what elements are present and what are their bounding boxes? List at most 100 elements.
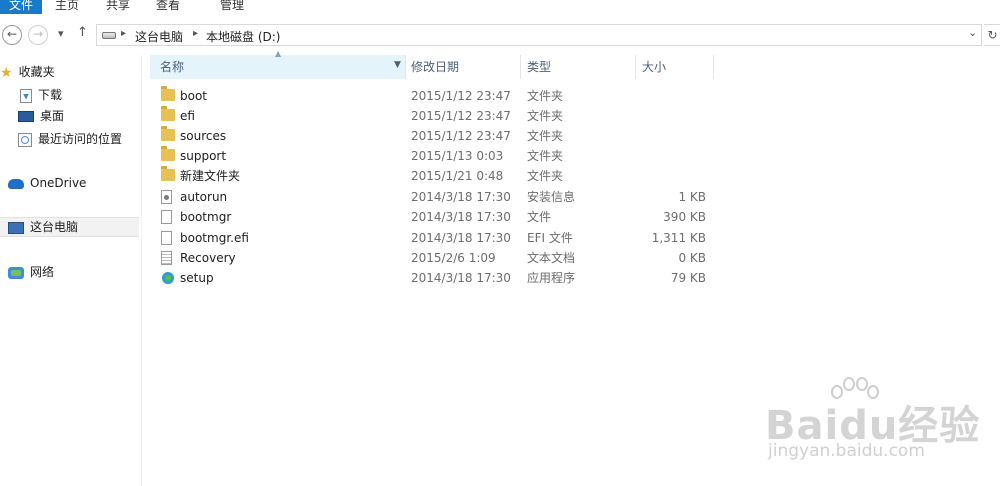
cloud-icon [8,178,24,189]
nav-item-label: 网络 [30,265,55,279]
nav-item-label: 最近访问的位置 [38,132,123,146]
desktop-icon [18,111,34,122]
file-name: bootmgr.efi [180,231,249,245]
file-size: 390 KB [663,210,706,224]
file-type: 文件夹 [527,169,564,183]
file-row[interactable]: support 2015/1/13 0:03 文件夹 [150,146,710,166]
nav-item-network[interactable]: 网络 [8,263,54,283]
column-divider[interactable] [405,55,406,79]
file-size: 0 KB [678,251,706,265]
navigation-pane: ★ 收藏夹 下载 桌面 最近访问的位置 OneDrive 这台电脑 网络 [0,55,142,486]
file-type: 安装信息 [527,190,576,204]
file-row[interactable]: sources 2015/1/12 23:47 文件夹 [150,126,710,146]
file-row[interactable]: 新建文件夹 2015/1/21 0:48 文件夹 [150,166,710,186]
column-header-modified[interactable]: 修改日期 [411,55,459,79]
back-button[interactable]: ← [2,25,22,45]
watermark-url: jingyan.baidu.com [768,441,925,461]
column-divider[interactable] [713,55,714,79]
nav-item-onedrive[interactable]: OneDrive [8,174,86,194]
file-row[interactable]: Recovery 2015/2/6 1:09 文本文档 0 KB [150,248,710,268]
tab-file[interactable]: 文件 [0,0,42,14]
star-icon: ★ [0,64,13,81]
file-name: Recovery [180,251,236,265]
network-icon [8,266,24,279]
column-filter-dropdown-icon[interactable]: ▼ [394,60,401,70]
file-type: 文件夹 [527,129,564,143]
address-dropdown-icon[interactable]: ⌄ [968,26,977,39]
forward-button[interactable]: → [28,25,48,45]
column-header-name[interactable]: 名称 [160,55,184,79]
folder-icon [161,86,175,101]
folder-icon [161,166,175,181]
file-size: 79 KB [670,271,706,285]
recent-places-icon [18,132,32,147]
column-header-size[interactable]: 大小 [642,55,666,79]
text-file-icon [161,251,172,265]
up-button[interactable]: ↑ [77,25,88,40]
baidu-watermark: Baidu经验 jingyan.baidu.com [760,375,979,470]
file-date: 2015/1/12 23:47 [411,89,511,103]
refresh-button[interactable]: ↻ [984,24,1000,46]
file-row[interactable]: bootmgr.efi 2014/3/18 17:30 EFI 文件 1,311… [150,228,710,248]
file-date: 2014/3/18 17:30 [411,271,511,285]
file-name: 新建文件夹 [180,169,241,183]
file-size: 1 KB [678,190,706,204]
file-row[interactable]: setup 2014/3/18 17:30 应用程序 79 KB [150,268,710,288]
nav-item-this-pc[interactable]: 这台电脑 [0,217,139,237]
file-size: 1,311 KB [651,231,706,245]
column-divider[interactable] [520,55,521,79]
nav-item-downloads[interactable]: 下载 [20,86,62,106]
file-date: 2014/3/18 17:30 [411,190,511,204]
nav-item-label: 这台电脑 [30,220,79,234]
recent-locations-button[interactable]: ▾ [58,27,64,40]
folder-icon [161,146,175,161]
address-bar[interactable]: ▸ 这台电脑 ▸ 本地磁盘 (D:) ⌄ [96,24,982,46]
nav-item-label: OneDrive [30,176,87,190]
file-row[interactable]: bootmgr 2014/3/18 17:30 文件 390 KB [150,207,710,227]
nav-item-label: 桌面 [40,109,65,123]
breadcrumb-this-pc[interactable]: 这台电脑 [135,28,183,45]
tab-view[interactable]: 查看 [150,0,186,14]
file-date: 2014/3/18 17:30 [411,231,511,245]
nav-item-desktop[interactable]: 桌面 [18,107,64,127]
file-type: 文件夹 [527,109,564,123]
file-type: 文件夹 [527,149,564,163]
file-row[interactable]: autorun 2014/3/18 17:30 安装信息 1 KB [150,187,710,207]
file-type: 应用程序 [527,271,576,285]
nav-item-label: 下载 [38,88,63,102]
column-divider[interactable] [635,55,636,79]
tab-manage[interactable]: 管理 [215,0,249,14]
file-name: bootmgr [180,210,232,224]
file-date: 2014/3/18 17:30 [411,210,511,224]
file-date: 2015/1/12 23:47 [411,109,511,123]
ribbon-tabs: 文件 主页 共享 查看 管理 [0,0,1000,14]
breadcrumb-local-disk[interactable]: 本地磁盘 (D:) [206,28,280,45]
file-name: autorun [180,190,228,204]
file-row[interactable]: efi 2015/1/12 23:47 文件夹 [150,106,710,126]
file-date: 2015/1/13 0:03 [411,149,504,163]
file-icon [161,210,172,224]
file-name: sources [180,129,227,143]
setup-info-icon [161,190,172,204]
file-row[interactable]: boot 2015/1/12 23:47 文件夹 [150,86,710,106]
column-header-type[interactable]: 类型 [527,55,551,79]
file-date: 2015/1/12 23:47 [411,129,511,143]
file-name: boot [180,89,208,103]
computer-icon [8,221,24,234]
setup-app-icon [161,271,175,285]
tab-home[interactable]: 主页 [50,0,84,14]
breadcrumb-separator[interactable]: ▸ [121,28,126,39]
file-icon [161,231,172,245]
file-date: 2015/1/21 0:48 [411,169,504,183]
breadcrumb-separator[interactable]: ▸ [193,28,198,39]
file-type: 文件夹 [527,89,564,103]
nav-item-recent[interactable]: 最近访问的位置 [18,130,122,150]
sort-ascending-icon: ▲ [275,49,282,58]
nav-item-favorites[interactable]: ★ 收藏夹 [0,63,55,83]
tab-share[interactable]: 共享 [100,0,136,14]
file-date: 2015/2/6 1:09 [411,251,496,265]
file-type: EFI 文件 [527,231,573,245]
file-type: 文件 [527,210,552,224]
drive-icon [102,32,116,39]
file-type: 文本文档 [527,251,576,265]
